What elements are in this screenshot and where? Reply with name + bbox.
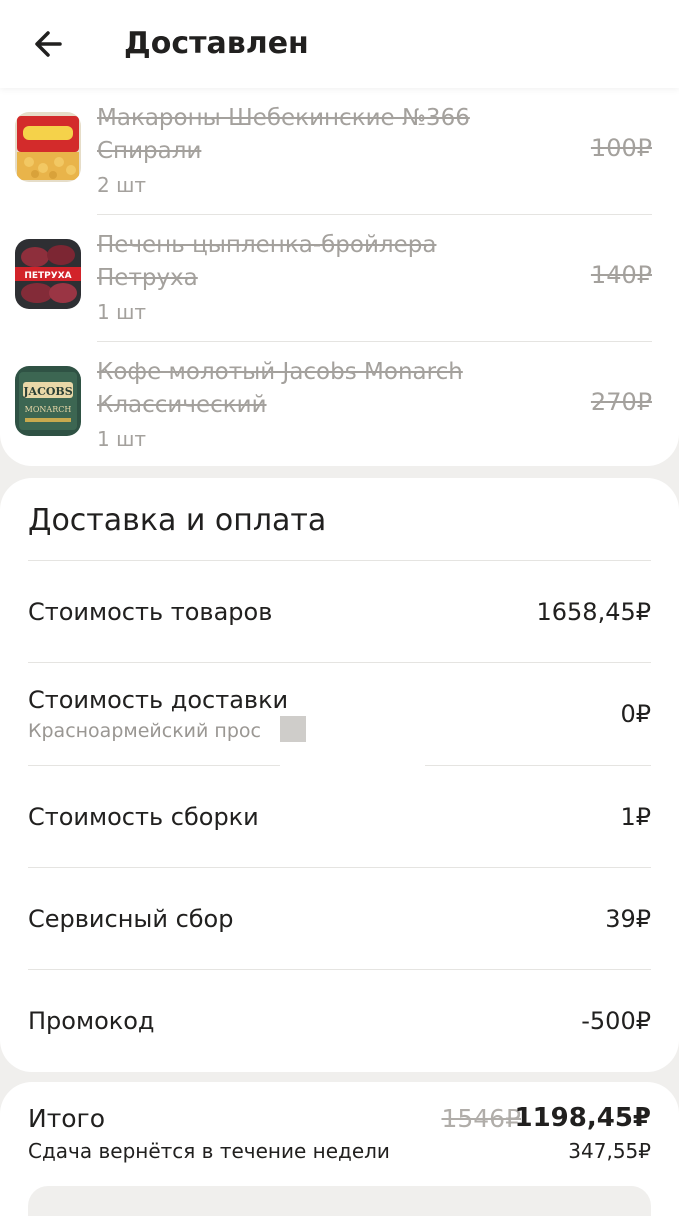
delivery-cost-label: Стоимость доставки xyxy=(28,686,289,714)
arrow-left-icon xyxy=(35,31,62,57)
top-bar: Доставлен xyxy=(0,0,679,88)
back-button[interactable] xyxy=(30,24,70,64)
service-fee-value: 39₽ xyxy=(605,905,651,933)
divider xyxy=(425,765,651,766)
coffee-package-icon: JACOBS MONARCH xyxy=(15,366,81,436)
item-price: 100₽ xyxy=(590,134,652,162)
item-price: 270₽ xyxy=(590,388,652,416)
divider xyxy=(28,765,280,766)
bottom-panel xyxy=(28,1186,651,1216)
hidden-text-block xyxy=(280,716,306,742)
goods-cost-value: 1658,45₽ xyxy=(536,598,651,626)
divider xyxy=(28,969,651,970)
svg-text:ПЕТРУХА: ПЕТРУХА xyxy=(24,271,71,281)
list-item[interactable]: Макароны Шебекинские №366 Спирали 2 шт 1… xyxy=(0,88,679,215)
page-title: Доставлен xyxy=(124,26,309,61)
assembly-cost-value: 1₽ xyxy=(620,803,651,831)
list-item[interactable]: JACOBS MONARCH Кофе молотый Jacobs Monar… xyxy=(0,342,679,466)
svg-text:JACOBS: JACOBS xyxy=(22,385,72,398)
order-items-list: Макароны Шебекинские №366 Спирали 2 шт 1… xyxy=(0,88,679,466)
item-price: 140₽ xyxy=(590,261,652,289)
svg-text:MONARCH: MONARCH xyxy=(25,405,72,414)
change-refund-text: Сдача вернётся в течение недели xyxy=(28,1139,390,1163)
pasta-package-icon xyxy=(15,112,81,182)
item-quantity: 1 шт xyxy=(97,300,147,324)
item-name: Макароны Шебекинские №366 Спирали xyxy=(97,105,470,164)
change-refund-value: 347,55₽ xyxy=(568,1139,651,1163)
delivery-payment-card: Доставка и оплата Стоимость товаров 1658… xyxy=(0,478,679,1072)
goods-cost-label: Стоимость товаров xyxy=(28,598,273,626)
divider xyxy=(28,662,651,663)
total-old-price: 1546₽ xyxy=(441,1104,521,1133)
list-item[interactable]: ПЕТРУХА Печень цыпленка-бройлера Петруха… xyxy=(0,215,679,342)
delivery-cost-value: 0₽ xyxy=(620,700,651,728)
chicken-liver-package-icon: ПЕТРУХА xyxy=(15,239,81,309)
service-fee-label: Сервисный сбор xyxy=(28,905,234,933)
total-label: Итого xyxy=(28,1104,105,1133)
item-name: Кофе молотый Jacobs Monarch Классический xyxy=(97,359,463,418)
promo-code-value: -500₽ xyxy=(581,1007,651,1035)
delivery-address: Красноармейский прос xyxy=(28,720,261,742)
assembly-cost-label: Стоимость сборки xyxy=(28,803,259,831)
divider xyxy=(28,867,651,868)
item-quantity: 2 шт xyxy=(97,173,147,197)
section-title: Доставка и оплата xyxy=(28,503,327,538)
item-quantity: 1 шт xyxy=(97,427,147,451)
item-name: Печень цыпленка-бройлера Петруха xyxy=(97,232,437,291)
promo-code-label: Промокод xyxy=(28,1007,155,1035)
divider xyxy=(28,560,651,561)
total-price: 1198,45₽ xyxy=(514,1103,651,1133)
